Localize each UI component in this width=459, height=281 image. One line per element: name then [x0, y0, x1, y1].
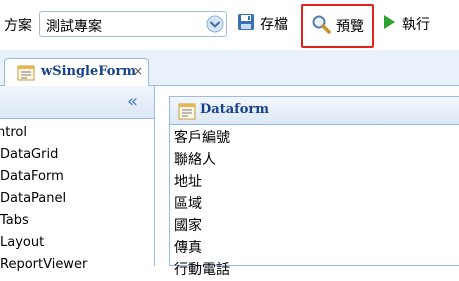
- toolbox-item[interactable]: DataPanel: [0, 188, 154, 210]
- field-label[interactable]: 傳真: [174, 237, 230, 259]
- preview-button[interactable]: 預覽: [301, 4, 374, 48]
- save-label: 存檔: [260, 17, 288, 33]
- play-arrow-icon: [381, 13, 397, 35]
- form-icon: [178, 102, 196, 124]
- magnifier-icon: [311, 14, 331, 38]
- form-icon: [17, 65, 35, 85]
- preview-label: 預覽: [336, 19, 364, 35]
- toolbox-header: «: [0, 86, 154, 119]
- toolbox-panel: « ntrol DataGrid DataForm DataPanel Tabs…: [0, 86, 155, 272]
- tab-wsingleform[interactable]: wSingleForm ×: [4, 58, 149, 86]
- dataform-panel[interactable]: Dataform 客戶編號 聯絡人 地址 區域 國家 傳真 行動電話: [169, 96, 459, 278]
- save-button[interactable]: 存檔: [237, 11, 288, 37]
- collapse-left-icon[interactable]: «: [127, 91, 138, 112]
- field-label[interactable]: 區域: [174, 193, 230, 215]
- toolbar: 方案 測試專案 存檔 預覽 執行: [0, 0, 459, 50]
- toolbox-list: ntrol DataGrid DataForm DataPanel Tabs L…: [0, 122, 154, 276]
- toolbox-item[interactable]: Layout: [0, 232, 154, 254]
- toolbox-item[interactable]: DataForm: [0, 166, 154, 188]
- field-list: 客戶編號 聯絡人 地址 區域 國家 傳真 行動電話: [174, 127, 230, 281]
- tab-title: wSingleForm: [41, 64, 137, 79]
- field-label[interactable]: 地址: [174, 171, 230, 193]
- project-select-value: 測試專案: [46, 19, 102, 35]
- field-label[interactable]: 客戶編號: [174, 127, 230, 149]
- run-label: 執行: [402, 17, 430, 33]
- dataform-title: Dataform: [200, 102, 269, 117]
- field-label[interactable]: 行動電話: [174, 259, 230, 281]
- dataform-header: Dataform: [170, 97, 459, 125]
- toolbox-item[interactable]: DataGrid: [0, 144, 154, 166]
- toolbox-item[interactable]: ReportViewer: [0, 254, 154, 276]
- floppy-disk-icon: [237, 13, 255, 35]
- toolbox-item[interactable]: ntrol: [0, 122, 154, 144]
- project-select[interactable]: 測試專案: [39, 11, 227, 37]
- toolbox-item[interactable]: Tabs: [0, 210, 154, 232]
- field-label[interactable]: 聯絡人: [174, 149, 230, 171]
- tab-strip: wSingleForm ×: [0, 50, 459, 86]
- field-label[interactable]: 國家: [174, 215, 230, 237]
- run-button[interactable]: 執行: [381, 11, 430, 37]
- close-icon[interactable]: ×: [133, 64, 143, 78]
- design-canvas: Dataform 客戶編號 聯絡人 地址 區域 國家 傳真 行動電話: [155, 86, 459, 278]
- chevron-down-icon[interactable]: [204, 12, 226, 36]
- project-label: 方案: [4, 18, 32, 34]
